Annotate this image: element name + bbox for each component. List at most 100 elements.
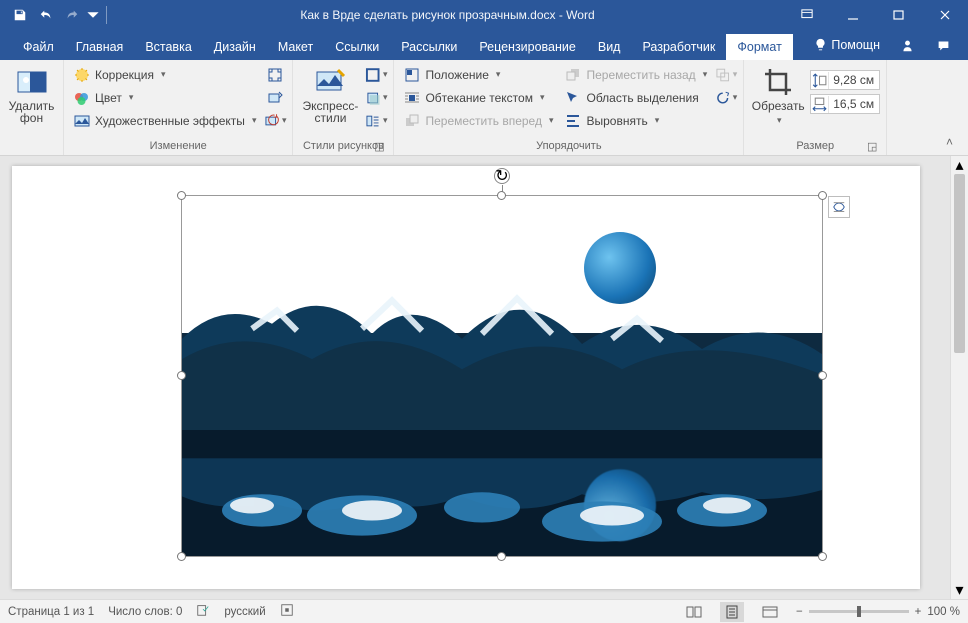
ribbon-options-button[interactable] xyxy=(784,0,830,30)
macro-icon[interactable] xyxy=(280,603,294,620)
titlebar: Как в Врде сделать рисунок прозрачным.do… xyxy=(0,0,968,30)
tab-design[interactable]: Дизайн xyxy=(203,34,267,60)
tab-layout[interactable]: Макет xyxy=(267,34,324,60)
group-size: Обрезать▾ 9,28 см 16,5 см Размер◲ xyxy=(744,60,887,155)
crop-button[interactable]: Обрезать▾ xyxy=(750,64,806,134)
minimize-button[interactable] xyxy=(830,0,876,30)
tell-me[interactable]: Помощн xyxy=(804,32,890,58)
document-area: ↻ ▴ ▾ xyxy=(0,156,968,599)
group-change: Коррекция▾ Цвет▾ Художественные эффекты▾… xyxy=(64,60,293,155)
window-title: Как в Врде сделать рисунок прозрачным.do… xyxy=(111,8,784,22)
picture-content xyxy=(182,196,822,556)
tab-review[interactable]: Рецензирование xyxy=(468,34,587,60)
compress-pictures-button[interactable] xyxy=(264,64,286,85)
page[interactable]: ↻ xyxy=(12,166,920,589)
change-picture-button[interactable] xyxy=(264,87,286,108)
scroll-up-button[interactable]: ▴ xyxy=(955,156,963,174)
maximize-button[interactable] xyxy=(876,0,922,30)
collapse-ribbon-button[interactable]: ˄ xyxy=(946,135,962,151)
reset-picture-button[interactable]: ▾ xyxy=(264,110,286,131)
tell-me-label: Помощн xyxy=(831,38,880,52)
tab-format[interactable]: Формат xyxy=(726,34,792,60)
width-input[interactable]: 16,5 см xyxy=(810,94,880,114)
rotate-handle[interactable]: ↻ xyxy=(494,168,510,184)
tab-insert[interactable]: Вставка xyxy=(134,34,202,60)
quick-styles-button[interactable]: Экспресс- стили xyxy=(299,64,361,134)
zoom-control: − + 100 % xyxy=(796,606,960,618)
height-input[interactable]: 9,28 см xyxy=(810,70,880,90)
print-layout-button[interactable] xyxy=(720,602,744,622)
resize-handle-e[interactable] xyxy=(818,371,827,380)
remove-bg-icon xyxy=(16,66,48,98)
position-button[interactable]: Положение▾ xyxy=(400,64,557,85)
styles-icon xyxy=(314,66,346,98)
zoom-in-button[interactable]: + xyxy=(915,606,922,618)
comments-button[interactable] xyxy=(928,30,962,60)
picture-effects-button[interactable]: ▾ xyxy=(365,87,387,108)
selected-picture[interactable]: ↻ xyxy=(182,196,822,556)
picture-layout-button[interactable]: ▾ xyxy=(365,110,387,131)
group-styles-label: Стили рисунков◲ xyxy=(299,138,387,155)
redo-button[interactable] xyxy=(60,3,84,27)
layout-options-button[interactable] xyxy=(828,196,850,218)
crop-icon xyxy=(762,66,794,98)
size-launcher-icon[interactable]: ◲ xyxy=(866,140,878,152)
ribbon: Удалить фон Коррекция▾ Цвет▾ Художествен… xyxy=(0,60,968,156)
resize-handle-s[interactable] xyxy=(497,552,506,561)
quick-access-toolbar xyxy=(0,3,111,27)
web-layout-button[interactable] xyxy=(758,602,782,622)
styles-launcher-icon[interactable]: ◲ xyxy=(373,140,385,152)
proofing-icon[interactable] xyxy=(196,603,210,620)
align-button[interactable]: Выровнять▾ xyxy=(561,110,711,131)
tab-file[interactable]: Файл xyxy=(12,34,65,60)
resize-handle-n[interactable] xyxy=(497,191,506,200)
tab-developer[interactable]: Разработчик xyxy=(631,34,726,60)
remove-bg-label: Удалить фон xyxy=(6,100,57,124)
tab-mailings[interactable]: Рассылки xyxy=(390,34,468,60)
undo-button[interactable] xyxy=(34,3,58,27)
styles-label: Экспресс- стили xyxy=(303,100,359,124)
share-button[interactable] xyxy=(892,30,926,60)
group-size-label: Размер◲ xyxy=(750,138,880,155)
zoom-out-button[interactable]: − xyxy=(796,606,803,618)
group-background: Удалить фон xyxy=(0,60,64,155)
tab-view[interactable]: Вид xyxy=(587,34,632,60)
bring-forward-button: Переместить вперед▾ xyxy=(400,110,557,131)
qat-customize[interactable] xyxy=(86,3,100,27)
tab-home[interactable]: Главная xyxy=(65,34,135,60)
read-mode-button[interactable] xyxy=(682,602,706,622)
artistic-effects-button[interactable]: Художественные эффекты▾ xyxy=(70,110,260,131)
crop-label: Обрезать xyxy=(752,100,805,112)
vertical-scrollbar[interactable]: ▴ ▾ xyxy=(950,156,968,599)
group-styles: Экспресс- стили ▾ ▾ ▾ Стили рисунков◲ xyxy=(293,60,394,155)
status-bar: Страница 1 из 1 Число слов: 0 русский − … xyxy=(0,599,968,623)
width-icon xyxy=(811,96,829,113)
page-indicator[interactable]: Страница 1 из 1 xyxy=(8,606,94,618)
tab-references[interactable]: Ссылки xyxy=(324,34,390,60)
rotate-button[interactable]: ▾ xyxy=(715,87,737,108)
close-button[interactable] xyxy=(922,0,968,30)
wrap-text-button[interactable]: Обтекание текстом▾ xyxy=(400,87,557,108)
resize-handle-se[interactable] xyxy=(818,552,827,561)
window-controls xyxy=(784,0,968,30)
word-count[interactable]: Число слов: 0 xyxy=(108,606,182,618)
selection-pane-button[interactable]: Область выделения xyxy=(561,87,711,108)
resize-handle-nw[interactable] xyxy=(177,191,186,200)
color-button[interactable]: Цвет▾ xyxy=(70,87,260,108)
resize-handle-ne[interactable] xyxy=(818,191,827,200)
group-objects-button[interactable]: ▾ xyxy=(715,64,737,85)
picture-border-button[interactable]: ▾ xyxy=(365,64,387,85)
scroll-thumb[interactable] xyxy=(954,174,965,353)
scroll-down-button[interactable]: ▾ xyxy=(955,581,963,599)
ribbon-tabs: Файл Главная Вставка Дизайн Макет Ссылки… xyxy=(0,30,968,60)
zoom-slider[interactable] xyxy=(809,610,909,613)
height-icon xyxy=(811,72,829,89)
save-button[interactable] xyxy=(8,3,32,27)
resize-handle-w[interactable] xyxy=(177,371,186,380)
zoom-value[interactable]: 100 % xyxy=(927,606,960,618)
remove-background-button[interactable]: Удалить фон xyxy=(6,64,57,134)
resize-handle-sw[interactable] xyxy=(177,552,186,561)
separator xyxy=(106,6,107,24)
corrections-button[interactable]: Коррекция▾ xyxy=(70,64,260,85)
language-indicator[interactable]: русский xyxy=(224,606,265,618)
